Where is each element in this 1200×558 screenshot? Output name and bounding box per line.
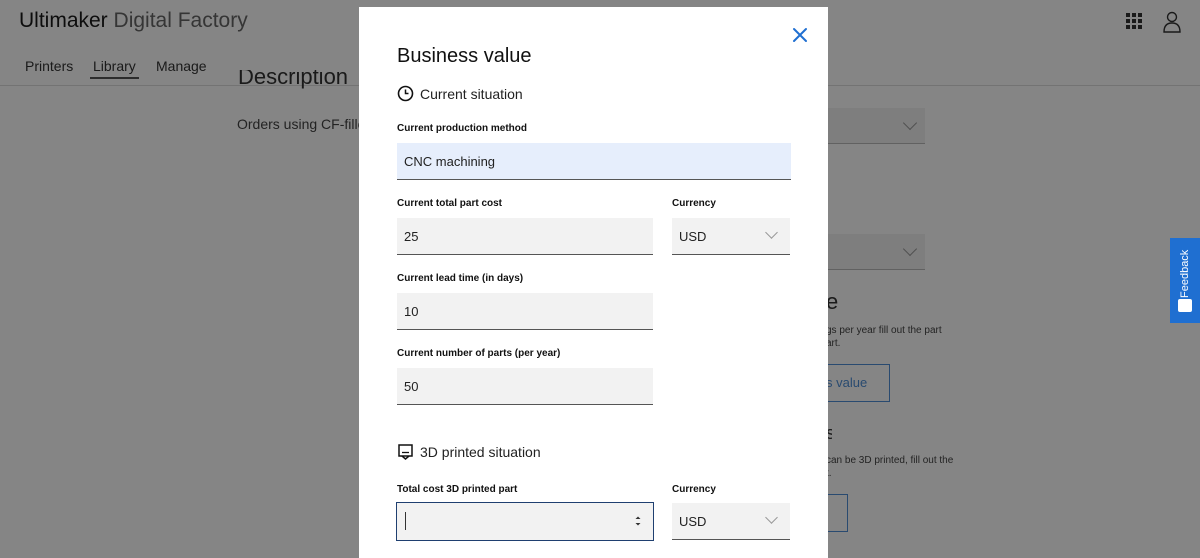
currency-value: USD (679, 229, 707, 244)
currency-select[interactable]: USD (672, 218, 790, 255)
printer-icon (398, 444, 413, 460)
currency-label: Currency (672, 198, 716, 209)
production-method-label: Current production method (397, 123, 527, 134)
modal-title: Business value (397, 45, 532, 67)
printed-cost-label: Total cost 3D printed part (397, 484, 518, 495)
parts-per-year-label: Current number of parts (per year) (397, 348, 561, 359)
printed-situation-heading: 3D printed situation (397, 443, 541, 460)
printed-currency-value: USD (679, 514, 707, 529)
part-cost-input[interactable] (397, 218, 653, 255)
printed-situation-label: 3D printed situation (420, 443, 541, 460)
production-method-input[interactable] (397, 143, 791, 180)
current-situation-heading: Current situation (397, 85, 523, 102)
printed-currency-select[interactable]: USD (672, 503, 790, 540)
chevron-down-icon (765, 511, 778, 524)
close-icon[interactable] (791, 26, 809, 44)
number-spinner-icon[interactable] (635, 515, 641, 527)
current-situation-label: Current situation (420, 85, 523, 102)
chevron-down-icon (765, 226, 778, 239)
business-value-modal: Business value Current situation Current… (359, 7, 828, 558)
parts-per-year-input[interactable] (397, 368, 653, 405)
printed-currency-label: Currency (672, 484, 716, 495)
clock-icon (397, 85, 414, 102)
lead-time-input[interactable] (397, 293, 653, 330)
text-caret (405, 512, 406, 530)
printed-cost-input[interactable] (396, 502, 654, 541)
feedback-icon (1178, 299, 1192, 312)
part-cost-label: Current total part cost (397, 198, 503, 209)
feedback-label: Feedback (1179, 249, 1191, 299)
feedback-tab[interactable]: Feedback (1170, 238, 1200, 323)
lead-time-label: Current lead time (in days) (397, 273, 524, 284)
